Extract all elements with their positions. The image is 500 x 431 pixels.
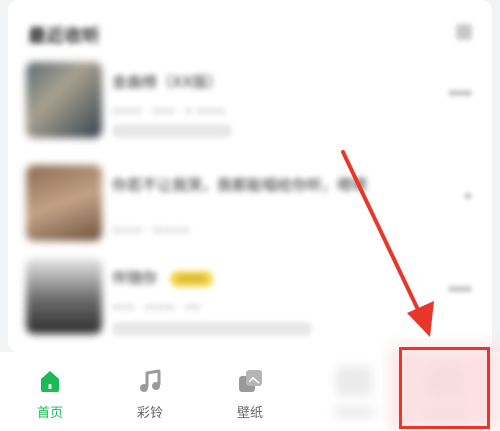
annotation-arrow-icon [341, 150, 434, 337]
